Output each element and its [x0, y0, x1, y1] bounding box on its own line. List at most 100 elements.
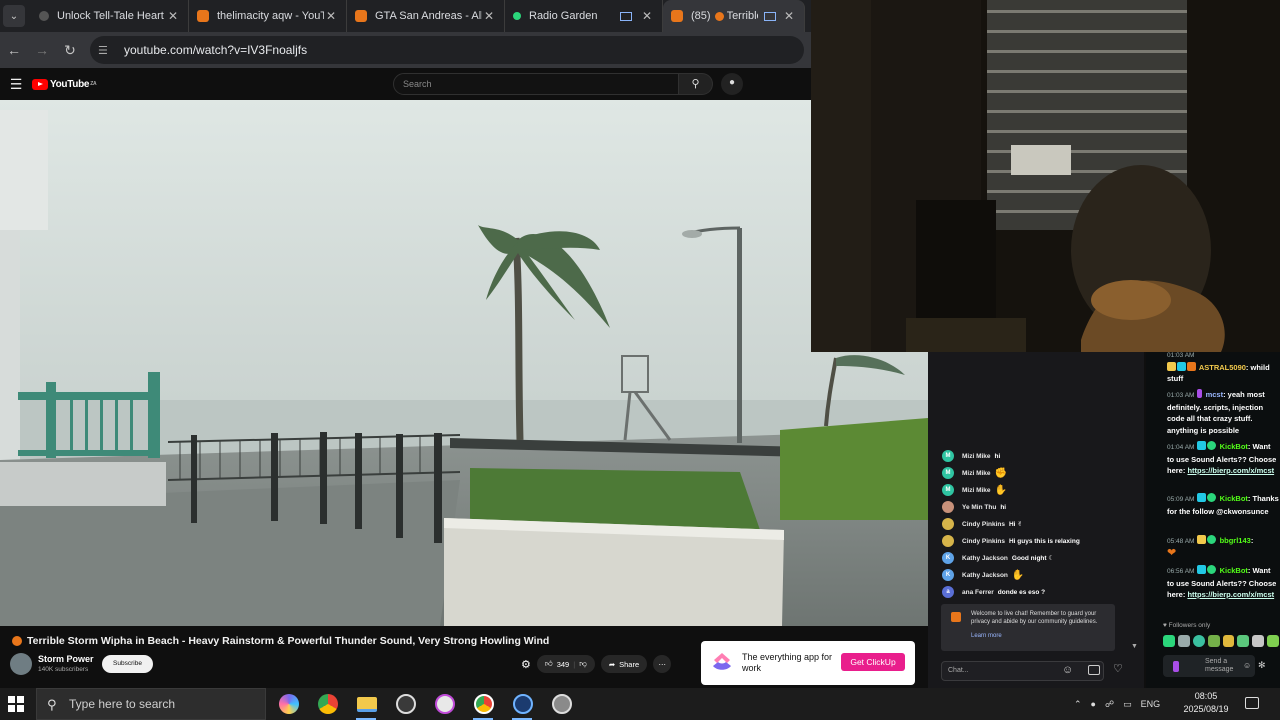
- subscribe-button[interactable]: Subscribe: [102, 655, 153, 673]
- kick-username[interactable]: KickBot: [1220, 566, 1248, 575]
- taskbar-search-input[interactable]: ⚲ Type here to search: [36, 688, 266, 720]
- get-clickup-button[interactable]: Get ClickUp: [841, 653, 905, 671]
- emote-icon[interactable]: [1192, 635, 1205, 647]
- emote-picker-icon[interactable]: [1173, 661, 1179, 672]
- forward-icon[interactable]: →: [28, 42, 56, 58]
- close-tab-icon[interactable]: ✕: [640, 9, 654, 23]
- kick-username[interactable]: KickBot: [1220, 494, 1248, 503]
- dislike-icon[interactable]: 👎︎: [579, 659, 587, 669]
- tune-icon[interactable]: ☰: [98, 44, 114, 57]
- chrome-icon[interactable]: [318, 694, 338, 714]
- obs-icon[interactable]: [396, 694, 416, 714]
- followers-only-text: Followers only: [1168, 622, 1211, 629]
- chat-emoji: ✋: [994, 484, 1007, 496]
- sound-alerts-link[interactable]: https://bierp.com/x/mcst: [1187, 590, 1274, 599]
- chat-author: Cindy Pinkins: [962, 520, 1005, 528]
- browser-tab-active[interactable]: (85) Terrible Storm ✕: [663, 0, 805, 32]
- language-indicator[interactable]: ENG: [1141, 699, 1161, 709]
- message-time: 06:56 AM: [1167, 568, 1195, 575]
- chat-author: Mizi Mike: [962, 486, 991, 494]
- picture-in-picture-icon[interactable]: [764, 11, 776, 21]
- chrome-profile-icon[interactable]: [474, 694, 494, 714]
- youtube-favicon: [197, 10, 209, 22]
- emote-icon[interactable]: [1163, 635, 1175, 647]
- youtube-search-input[interactable]: Search: [393, 73, 679, 95]
- kick-message: 01:03 AM mcst: yeah most definitely. scr…: [1167, 389, 1265, 435]
- browser-tab[interactable]: Radio Garden ✕: [505, 0, 663, 32]
- emote-icon[interactable]: [1207, 635, 1220, 647]
- browser-tab[interactable]: Unlock Tell-Tale Heart Q ✕: [31, 0, 189, 32]
- channel-avatar[interactable]: [10, 653, 32, 675]
- close-tab-icon[interactable]: ✕: [324, 9, 338, 23]
- back-icon[interactable]: ←: [0, 42, 28, 58]
- message-time: 01:03 AM: [1167, 392, 1195, 399]
- super-chat-icon[interactable]: [1088, 665, 1100, 675]
- close-tab-icon[interactable]: ✕: [482, 9, 496, 23]
- clickup-ad[interactable]: The everything app for work Get ClickUp: [701, 641, 915, 685]
- chat-author: Mizi Mike: [962, 469, 991, 477]
- kick-username[interactable]: KickBot: [1220, 442, 1248, 451]
- chevron-up-icon[interactable]: ⌃: [1074, 699, 1082, 710]
- emote-icon[interactable]: [1237, 635, 1250, 647]
- snip-icon[interactable]: [435, 694, 455, 714]
- divider: |: [573, 659, 576, 669]
- webcam-overlay: [811, 0, 1280, 352]
- picture-in-picture-icon[interactable]: [620, 11, 632, 21]
- emote-icon[interactable]: [1252, 635, 1265, 647]
- browser-tab[interactable]: GTA San Andreas - All 1 ✕: [347, 0, 505, 32]
- tab-search-icon[interactable]: ⌄: [3, 5, 25, 27]
- channel-name[interactable]: Storm Power: [38, 654, 94, 664]
- chat-author: Kathy Jackson: [962, 571, 1008, 579]
- chat-scroll-down-icon[interactable]: ▼: [1131, 643, 1138, 650]
- app-icon[interactable]: [552, 694, 572, 714]
- kick-message: 06:56 AM KickBot: Want to use Sound Aler…: [1167, 565, 1277, 599]
- close-tab-icon[interactable]: ✕: [782, 9, 796, 23]
- url-field[interactable]: ☰ youtube.com/watch?v=IV3Fnoaljfs: [90, 36, 804, 64]
- kick-username[interactable]: ASTRAL5090: [1199, 363, 1246, 372]
- search-icon: ⚲: [47, 697, 57, 712]
- emoji-icon[interactable]: ☺: [1062, 664, 1073, 676]
- avatar: [942, 501, 954, 513]
- video-player[interactable]: [0, 100, 928, 626]
- notification-icon[interactable]: [1245, 697, 1259, 709]
- chat-message: M Mizi Mike ✊: [942, 466, 1007, 480]
- tab-favicon: [39, 11, 49, 21]
- system-tray: ⌃ ● ☍ ▭ ENG: [1074, 688, 1160, 720]
- avatar: [942, 518, 954, 530]
- kick-username[interactable]: mcst: [1206, 390, 1224, 399]
- chat-input[interactable]: Chat...: [941, 661, 1104, 681]
- emote-icon[interactable]: [1177, 635, 1190, 647]
- steam-icon[interactable]: [513, 694, 533, 714]
- more-actions-button[interactable]: ⋯: [653, 655, 672, 673]
- heart-emoji-icon: ❤: [1167, 546, 1177, 559]
- settings-icon[interactable]: ✻: [1258, 660, 1266, 671]
- emote-icon[interactable]: [1222, 635, 1235, 647]
- sound-alerts-link[interactable]: https://bierp.com/x/mcst: [1187, 466, 1274, 475]
- chat-message: Cindy Pinkins Hi guys this is relaxing: [942, 534, 1080, 548]
- emoji-icon[interactable]: ☺: [1243, 661, 1251, 670]
- file-explorer-icon[interactable]: [357, 697, 377, 712]
- badge-icon: [1197, 493, 1207, 502]
- taskbar-clock[interactable]: 08:05 2025/08/19: [1176, 690, 1236, 716]
- hype-icon[interactable]: ⚙: [521, 658, 531, 671]
- windows-start-icon[interactable]: [8, 696, 24, 712]
- kick-username[interactable]: bbgrl143: [1220, 536, 1251, 545]
- kick-message-input[interactable]: Send a message ☺: [1163, 655, 1255, 677]
- learn-more-link[interactable]: Learn more: [971, 633, 1002, 639]
- close-tab-icon[interactable]: ✕: [166, 9, 180, 23]
- reload-icon[interactable]: ↻: [56, 42, 84, 59]
- like-icon[interactable]: 👍︎: [545, 659, 553, 669]
- browser-tab[interactable]: thelimacity aqw - YouTu ✕: [189, 0, 347, 32]
- heart-icon[interactable]: ♡: [1113, 662, 1123, 675]
- chat-emoji: ✊: [994, 467, 1007, 479]
- microphone-icon[interactable]: ●: [1091, 699, 1096, 709]
- display-icon[interactable]: ▭: [1123, 699, 1132, 710]
- hamburger-menu-icon[interactable]: ☰: [0, 76, 32, 93]
- microphone-icon[interactable]: ●: [721, 73, 743, 95]
- search-icon[interactable]: ⚲: [679, 73, 713, 95]
- emote-icon[interactable]: [1267, 635, 1279, 647]
- copilot-icon[interactable]: [279, 694, 299, 714]
- share-button[interactable]: ➦ Share: [600, 655, 648, 673]
- youtube-logo[interactable]: YouTube ZA: [32, 78, 97, 90]
- network-icon[interactable]: ☍: [1105, 699, 1114, 710]
